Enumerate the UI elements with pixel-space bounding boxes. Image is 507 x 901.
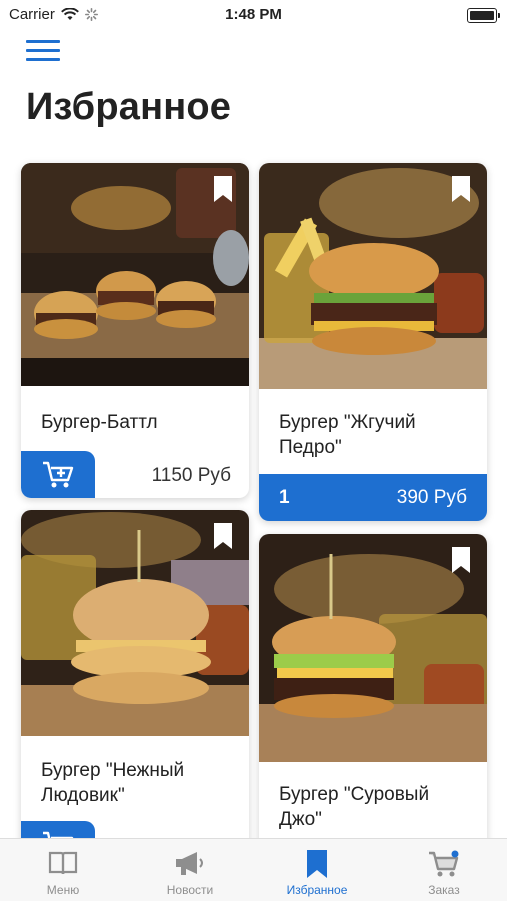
- tab-order[interactable]: Заказ: [381, 839, 507, 901]
- battery-icon: [467, 8, 500, 23]
- tab-label: Новости: [166, 883, 214, 897]
- cart-quantity: 1: [279, 486, 290, 508]
- bookmark-icon: [307, 850, 327, 878]
- page-title: Избранное: [26, 86, 232, 128]
- bookmark-icon[interactable]: [451, 546, 471, 574]
- product-name: Бургер "Суровый Джо": [279, 784, 430, 830]
- product-price: 390 Руб: [396, 486, 467, 508]
- product-name: Бургер "Нежный Людовик": [41, 760, 185, 806]
- hamburger-menu-button[interactable]: [26, 40, 60, 64]
- book-icon: [48, 851, 78, 875]
- tab-label: Избранное: [286, 883, 348, 897]
- product-card[interactable]: Бургер "Жгучий Педро" 1 390 Руб: [259, 163, 487, 521]
- product-price: 1150 Руб: [151, 465, 231, 486]
- product-card[interactable]: Бургер "Нежный Людовик": [21, 510, 249, 855]
- bookmark-icon[interactable]: [213, 522, 233, 550]
- tab-label: Меню: [46, 883, 80, 897]
- add-to-cart-button[interactable]: [21, 451, 95, 498]
- status-bar: Carrier 1:48 PM: [0, 0, 507, 30]
- tab-bar: Меню Новости Избранное Заказ: [0, 838, 507, 901]
- tab-news[interactable]: Новости: [127, 839, 253, 901]
- cart-icon: [429, 850, 459, 877]
- product-name: Бургер-Баттл: [41, 412, 158, 433]
- tab-menu[interactable]: Меню: [0, 839, 126, 901]
- product-card[interactable]: Бургер "Суровый Джо": [259, 534, 487, 864]
- cart-quantity-bar[interactable]: 1 390 Руб: [259, 474, 487, 521]
- tab-favorites[interactable]: Избранное: [254, 839, 380, 901]
- product-card[interactable]: Бургер-Баттл 1150 Руб: [21, 163, 249, 498]
- bookmark-icon[interactable]: [451, 175, 471, 203]
- tab-label: Заказ: [428, 883, 460, 897]
- megaphone-icon: [176, 852, 203, 875]
- product-name: Бургер "Жгучий Педро": [279, 412, 416, 458]
- bookmark-icon[interactable]: [213, 175, 233, 203]
- status-time: 1:48 PM: [225, 6, 282, 23]
- cart-plus-icon: [43, 461, 74, 487]
